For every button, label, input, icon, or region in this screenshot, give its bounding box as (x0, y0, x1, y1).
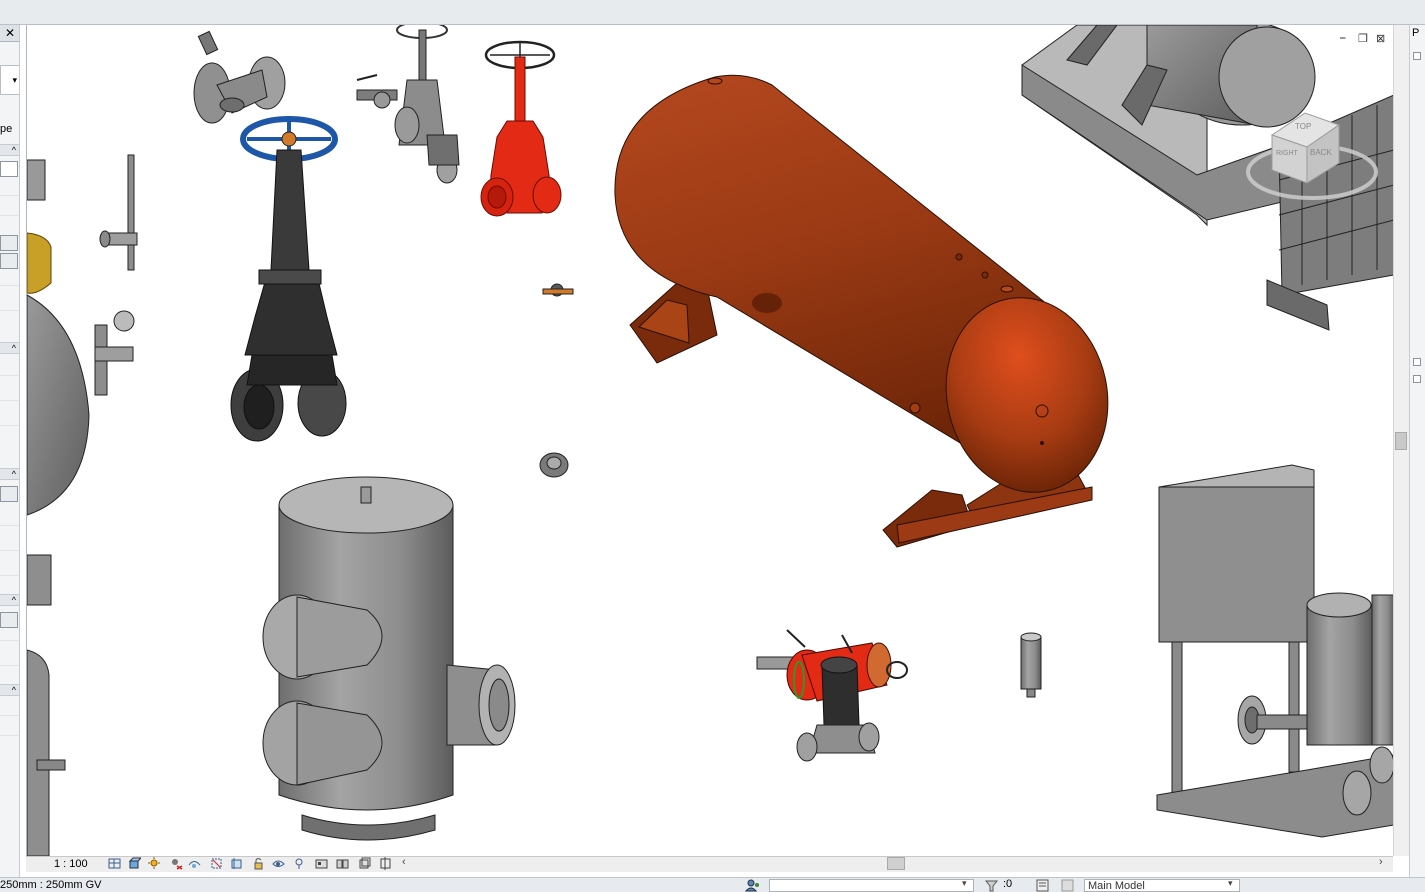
worksets-icon[interactable] (745, 879, 761, 892)
equipment-skid-top[interactable] (1021, 25, 1393, 331)
highlight-displacement-icon[interactable] (379, 857, 392, 870)
status-text: 250mm : 250mm GV (0, 879, 102, 891)
analysis-icon[interactable] (358, 857, 371, 870)
inline-circulator-pump[interactable] (756, 629, 908, 762)
safety-valve-assembly[interactable] (356, 25, 460, 184)
property-field[interactable] (0, 253, 18, 269)
reveal-hidden-icon[interactable] (293, 857, 306, 870)
small-cap-fitting[interactable] (539, 452, 569, 478)
model-viewport[interactable]: TOP BACK RIGHT (27, 25, 1393, 856)
divider (0, 310, 19, 311)
collapse-icon[interactable]: ^ (0, 594, 19, 606)
3d-view-canvas[interactable]: TOP BACK RIGHT (26, 25, 1393, 856)
property-field[interactable] (0, 161, 18, 177)
property-field[interactable] (0, 235, 18, 251)
collapse-icon[interactable]: ^ (0, 468, 19, 480)
boiler-vessel[interactable] (27, 159, 90, 856)
chevron-down-icon: ▾ (12, 75, 17, 85)
collapse-icon[interactable]: ^ (0, 684, 19, 696)
viewcube-right-label[interactable]: RIGHT (1276, 150, 1299, 157)
property-field[interactable] (0, 486, 18, 502)
divider (0, 735, 19, 736)
top-bar (0, 0, 1425, 25)
divider (0, 215, 19, 216)
properties-panel: ✕ ▾ pe ^ ^ ^ ^ ^ (0, 25, 20, 877)
selection-count: :0 (1003, 878, 1013, 890)
chevron-down-icon[interactable]: ▾ (1228, 878, 1233, 889)
air-separator[interactable] (262, 476, 516, 841)
filter-icon[interactable] (985, 879, 999, 892)
divider (0, 285, 19, 286)
panel-label: P (1412, 27, 1420, 39)
black-gate-valve[interactable] (230, 116, 347, 442)
type-selector-dropdown[interactable]: ▾ (0, 65, 19, 95)
workset-selector[interactable] (769, 879, 974, 892)
divider (0, 375, 19, 376)
red-gate-valve[interactable] (480, 40, 562, 217)
temporary-hide-icon[interactable] (272, 857, 285, 870)
close-view-button[interactable]: ⊠ (1376, 32, 1385, 46)
restore-view-button[interactable]: ❐ (1358, 32, 1368, 46)
horizontal-scroll-thumb[interactable] (887, 857, 905, 870)
property-field[interactable] (0, 612, 18, 628)
project-browser-panel: P (1409, 25, 1425, 877)
design-option-icon[interactable] (1061, 879, 1075, 892)
divider (0, 640, 19, 641)
design-option-selector[interactable]: Main Model (1084, 879, 1240, 892)
shadows-icon[interactable] (170, 857, 183, 870)
panel-toggle-icon[interactable] (1413, 375, 1421, 383)
scroll-right-arrow[interactable]: › (1379, 856, 1383, 868)
horizontal-tank[interactable] (614, 74, 1126, 548)
viewcube-top-label[interactable]: TOP (1295, 122, 1311, 131)
chevron-down-icon[interactable]: ▾ (962, 878, 967, 889)
model-label: Main Model (1088, 880, 1145, 892)
editable-only-icon[interactable] (1036, 879, 1050, 892)
divider (0, 575, 19, 576)
design-options-icon[interactable] (336, 857, 349, 870)
type-label: pe (0, 123, 13, 135)
viewcube-back-label[interactable]: BACK (1310, 148, 1332, 157)
expansion-vessel-small[interactable] (1020, 632, 1042, 698)
divider (0, 665, 19, 666)
detail-level-icon[interactable] (108, 857, 121, 870)
rendering-icon[interactable] (188, 857, 201, 870)
small-fitting[interactable] (542, 283, 574, 297)
pressure-gauge-instrument[interactable] (94, 154, 138, 396)
scroll-left-arrow[interactable]: ‹ (402, 856, 406, 868)
close-icon[interactable]: ✕ (0, 25, 19, 42)
minimize-view-button[interactable]: ⎯ (1340, 32, 1346, 46)
sun-path-icon[interactable] (148, 857, 161, 870)
divider (0, 425, 19, 426)
collapse-icon[interactable]: ^ (0, 342, 19, 354)
unlock-3d-icon[interactable] (252, 857, 265, 870)
angle-valve[interactable] (193, 30, 286, 124)
show-crop-icon[interactable] (230, 857, 243, 870)
divider (0, 195, 19, 196)
divider (0, 525, 19, 526)
visual-style-icon[interactable] (128, 857, 141, 870)
divider (0, 400, 19, 401)
panel-toggle-icon[interactable] (1413, 52, 1421, 60)
view-scale[interactable]: 1 : 100 (54, 857, 88, 871)
booster-pump-set[interactable] (1156, 464, 1393, 838)
crop-view-icon[interactable] (210, 857, 223, 870)
vertical-scroll-thumb[interactable] (1395, 432, 1407, 450)
collapse-icon[interactable]: ^ (0, 144, 19, 156)
divider (0, 550, 19, 551)
worksharing-icon[interactable] (315, 857, 328, 870)
divider (0, 715, 19, 716)
panel-toggle-icon[interactable] (1413, 358, 1421, 366)
